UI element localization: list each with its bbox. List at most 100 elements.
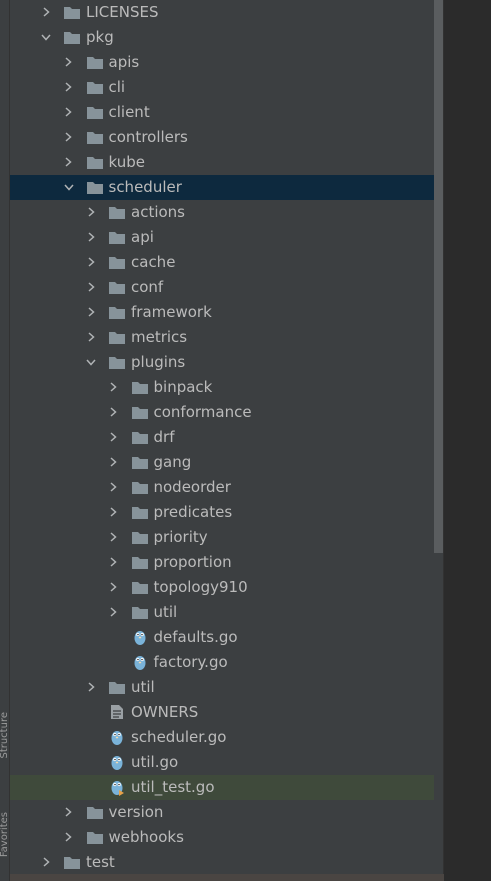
chevron-right-icon[interactable] [109,482,119,492]
go-file-icon [108,754,126,770]
tree-row-util[interactable]: util [10,675,434,700]
folder-icon [131,479,149,495]
chevron-down-icon[interactable] [63,182,74,192]
tree-row-drf[interactable]: drf [10,425,434,450]
tree-row-binpack[interactable]: binpack [10,375,434,400]
chevron-right-icon[interactable] [64,157,74,167]
chevron-right-icon[interactable] [109,532,119,542]
tree-row-metrics[interactable]: metrics [10,325,434,350]
tree-row-pkg[interactable]: pkg [10,25,434,50]
left-tool-strip: Structure Favorites [0,0,10,881]
tree-item-label: drf [153,427,175,446]
tree-row-licenses[interactable]: LICENSES [10,0,434,25]
folder-icon [131,604,149,620]
folder-icon [108,304,126,320]
tree-row-cli[interactable]: cli [10,75,434,100]
chevron-right-icon[interactable] [86,257,96,267]
tree-row-api[interactable]: api [10,225,434,250]
tree-row-scheduler-go[interactable]: scheduler.go [10,725,434,750]
tree-row-version[interactable]: version [10,800,434,825]
favorites-tab[interactable]: Favorites [0,812,10,857]
chevron-right-icon[interactable] [86,332,96,342]
tree-row-proportion[interactable]: proportion [10,550,434,575]
chevron-down-icon[interactable] [41,32,51,42]
folder-icon [108,204,126,220]
tree-item-label: conformance [153,402,252,421]
tree-row-owners[interactable]: OWNERS [10,700,434,725]
chevron-right-icon[interactable] [64,132,74,142]
folder-icon [86,129,104,145]
project-tree[interactable]: LICENSES pkg apis cli client controllers kube s… [10,0,434,881]
tree-row-gang[interactable]: gang [10,450,434,475]
tree-item-label: topology910 [153,577,248,596]
tree-item-label: framework [131,302,212,321]
chevron-right-icon[interactable] [109,507,119,517]
tree-row-topology910[interactable]: topology910 [10,575,434,600]
tree-row-test[interactable]: test [10,850,434,875]
chevron-right-icon[interactable] [86,282,96,292]
tree-row-kube[interactable]: kube [10,150,434,175]
tree-item-label: predicates [153,502,233,521]
chevron-right-icon[interactable] [109,457,119,467]
tree-row-factory-go[interactable]: factory.go [10,650,434,675]
tree-row-plugins[interactable]: plugins [10,350,434,375]
folder-icon [63,29,81,45]
tree-row-predicates[interactable]: predicates [10,500,434,525]
folder-icon [108,229,126,245]
folder-icon [131,529,149,545]
tree-item-label: cache [131,252,176,271]
chevron-right-icon[interactable] [86,207,96,217]
tree-row-util-go[interactable]: util.go [10,750,434,775]
tree-row-nodeorder[interactable]: nodeorder [10,475,434,500]
tree-row-util[interactable]: util [10,600,434,625]
tree-item-label: cli [108,77,126,96]
tree-item-label: conf [131,277,164,296]
structure-tab[interactable]: Structure [0,712,10,759]
tree-row-controllers[interactable]: controllers [10,125,434,150]
chevron-right-icon[interactable] [109,382,119,392]
tree-row-scheduler[interactable]: scheduler [10,174,434,200]
go-test-file-icon [108,779,126,796]
chevron-right-icon[interactable] [109,407,119,417]
tree-item-label: api [131,227,154,246]
go-file-icon [131,629,149,645]
chevron-down-icon[interactable] [86,357,96,367]
chevron-right-icon[interactable] [109,582,119,592]
chevron-right-icon[interactable] [109,607,119,617]
tree-item-label: kube [108,152,145,171]
tree-item-label: defaults.go [153,627,238,646]
tree-row-apis[interactable]: apis [10,50,434,75]
chevron-right-icon[interactable] [64,807,74,817]
chevron-right-icon[interactable] [86,307,96,317]
chevron-right-icon[interactable] [64,832,74,842]
chevron-right-icon[interactable] [64,107,74,117]
tree-row-cache[interactable]: cache [10,250,434,275]
chevron-right-icon[interactable] [41,7,51,17]
tree-row-priority[interactable]: priority [10,525,434,550]
tree-row-defaults-go[interactable]: defaults.go [10,625,434,650]
tree-row-framework[interactable]: framework [10,300,434,325]
tree-row-actions[interactable]: actions [10,200,434,225]
chevron-right-icon[interactable] [109,432,119,442]
chevron-right-icon[interactable] [64,57,74,67]
tree-row-client[interactable]: client [10,100,434,125]
chevron-right-icon[interactable] [86,682,96,692]
tree-row-util-test-go[interactable]: util_test.go [10,774,434,800]
tree-item-label: util.go [131,752,179,771]
chevron-right-icon[interactable] [86,232,96,242]
tree-row-conformance[interactable]: conformance [10,400,434,425]
folder-icon [63,4,81,20]
chevron-right-icon[interactable] [64,82,74,92]
tree-row-conf[interactable]: conf [10,275,434,300]
tree-item-label: client [108,102,150,121]
tree-row-webhooks[interactable]: webhooks [10,825,434,850]
tree-item-label: util_test.go [131,777,215,796]
chevron-right-icon[interactable] [41,857,51,867]
scrollbar-thumb[interactable] [434,0,443,553]
chevron-right-icon[interactable] [109,557,119,567]
folder-icon [63,854,81,870]
tree-item-label: controllers [108,127,188,146]
